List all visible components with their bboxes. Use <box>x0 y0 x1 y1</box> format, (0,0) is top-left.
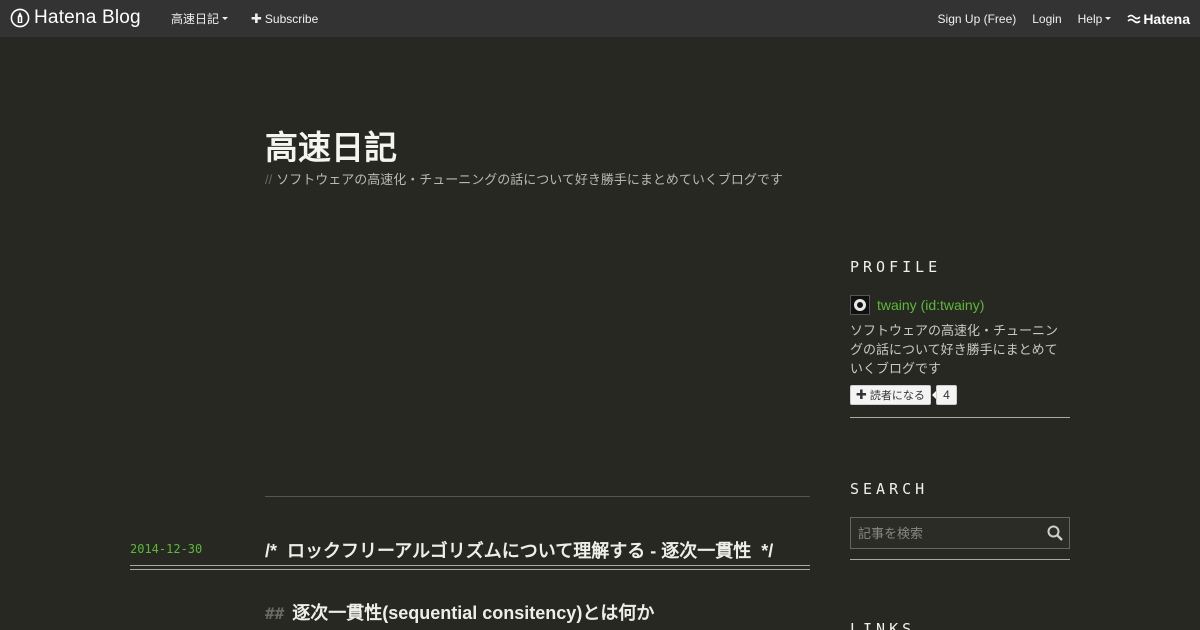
description-prefix: // <box>265 172 273 187</box>
signup-link[interactable]: Sign Up (Free) <box>938 12 1017 26</box>
hatena-logo-text: Hatena <box>1143 10 1190 27</box>
chevron-down-icon <box>1105 17 1112 20</box>
account-nav: Sign Up (Free) Login Help Hatena <box>922 0 1190 37</box>
login-link[interactable]: Login <box>1032 12 1061 26</box>
search-rule <box>850 559 1070 560</box>
content-divider <box>265 496 810 497</box>
hatena-blog-pen-icon <box>10 8 30 28</box>
plus-icon: ✚ <box>856 387 867 402</box>
become-reader-label: 読者になる <box>869 390 925 402</box>
search-icon[interactable] <box>1041 518 1069 548</box>
subscribe-label: Subscribe <box>264 11 319 26</box>
entry-date[interactable]: 2014-12-30 <box>130 542 202 556</box>
plus-icon: ✚ <box>251 10 262 26</box>
entry-title[interactable]: /* ロックフリーアルゴリズムについて理解する - 逐次一貫性 */ <box>265 537 773 563</box>
blog-menu-dropdown[interactable]: 高速日記 <box>171 10 229 27</box>
search-input[interactable] <box>851 518 1041 548</box>
hatena-logo[interactable]: Hatena <box>1127 11 1190 27</box>
chevron-down-icon <box>222 17 229 20</box>
links-heading: LINKS <box>850 620 916 630</box>
hatena-blog-logo[interactable]: Hatena Blog <box>10 7 141 29</box>
avatar-ring-icon <box>854 299 866 311</box>
profile-rule <box>850 417 1070 418</box>
global-header: Hatena Blog 高速日記 ✚ Subscribe Sign Up (Fr… <box>0 0 1200 37</box>
blog-title[interactable]: 高速日記 <box>265 121 397 169</box>
search-form <box>850 517 1070 549</box>
blog-nav: 高速日記 ✚ Subscribe <box>171 0 318 37</box>
profile-description: ソフトウェアの高速化・チューニングの話について好き勝手にまとめていくブログです <box>850 323 1059 376</box>
profile-name-link[interactable]: twainy (id:twainy) <box>877 297 984 313</box>
magnifier-glyph <box>1047 525 1063 541</box>
subscribe-button[interactable]: ✚ Subscribe <box>251 11 318 27</box>
entry-title-rule <box>130 565 810 570</box>
description-text: ソフトウェアの高速化・チューニングの話について好き勝手にまとめていくブログです <box>276 172 783 187</box>
section-heading-text: 逐次一貫性(sequential consitency)とは何か <box>292 603 655 623</box>
avatar[interactable] <box>850 295 870 315</box>
help-label: Help <box>1077 11 1103 26</box>
hatena-blog-logo-text: Hatena Blog <box>34 7 141 28</box>
heading-hash: ## <box>265 604 285 623</box>
blog-menu-label: 高速日記 <box>171 12 220 26</box>
help-dropdown[interactable]: Help <box>1078 12 1112 26</box>
blog-description: //ソフトウェアの高速化・チューニングの話について好き勝手にまとめていくブログで… <box>265 169 783 188</box>
subscribe-reader-widget: ✚ 読者になる 4 <box>850 385 957 405</box>
reader-count-badge: 4 <box>931 385 957 405</box>
hatena-wave-icon <box>1127 14 1141 23</box>
profile-user: twainy (id:twainy) <box>850 295 984 315</box>
become-reader-button[interactable]: ✚ 読者になる <box>850 385 931 405</box>
entry-section-heading: ## 逐次一貫性(sequential consitency)とは何か <box>265 599 654 625</box>
profile-heading: PROFILE <box>850 258 942 276</box>
search-heading: SEARCH <box>850 480 929 498</box>
